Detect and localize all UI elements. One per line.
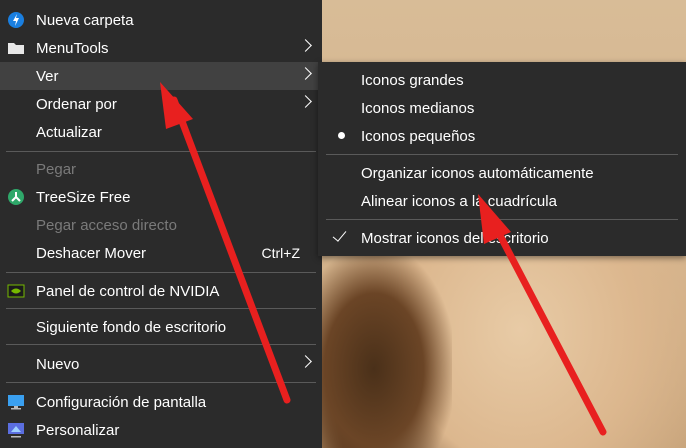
menu-item-label: Pegar [36, 160, 77, 178]
menu-separator [6, 272, 316, 273]
desktop-context-menu: Nueva carpeta MenuTools Ver Ordenar por … [0, 0, 322, 448]
submenu-item-alinear-iconos[interactable]: Alinear iconos a la cuadrícula [318, 187, 686, 215]
menu-item-personalizar[interactable]: Personalizar [0, 416, 322, 444]
menu-item-label: Configuración de pantalla [36, 393, 207, 411]
chevron-right-icon [299, 67, 312, 80]
menu-separator [6, 151, 316, 152]
chevron-right-icon [299, 39, 312, 52]
menu-item-label: TreeSize Free [36, 188, 131, 206]
menu-separator [6, 308, 316, 309]
chevron-right-icon [299, 95, 312, 108]
menu-item-nvidia-panel[interactable]: Panel de control de NVIDIA [0, 277, 322, 305]
submenu-item-label: Iconos grandes [361, 71, 464, 89]
menu-item-label: Personalizar [36, 421, 120, 439]
menu-item-ordenar-por[interactable]: Ordenar por [0, 90, 322, 118]
menu-item-label: Nuevo [36, 355, 80, 373]
menu-item-actualizar[interactable]: Actualizar [0, 118, 322, 146]
new-folder-blue-icon [7, 11, 25, 29]
submenu-item-label: Iconos pequeños [361, 127, 476, 145]
menu-item-label: Nueva carpeta [36, 11, 134, 29]
nvidia-icon [7, 282, 25, 300]
menu-separator [6, 344, 316, 345]
radio-bullet-icon [338, 132, 345, 139]
display-settings-icon [7, 393, 25, 411]
submenu-separator [326, 154, 678, 155]
submenu-item-label: Iconos medianos [361, 99, 475, 117]
menu-item-siguiente-fondo[interactable]: Siguiente fondo de escritorio [0, 313, 322, 341]
menu-item-pegar: Pegar [0, 155, 322, 183]
wallpaper-hair-detail [322, 250, 452, 448]
menu-item-label: Panel de control de NVIDIA [36, 282, 220, 300]
menu-item-label: Pegar acceso directo [36, 216, 177, 234]
folder-icon [7, 39, 25, 57]
chevron-right-icon [299, 355, 312, 368]
menu-item-treesize-free[interactable]: TreeSize Free [0, 183, 322, 211]
menu-item-pegar-acceso-directo: Pegar acceso directo [0, 211, 322, 239]
menu-item-nuevo[interactable]: Nuevo [0, 350, 322, 378]
submenu-separator [326, 219, 678, 220]
submenu-item-iconos-grandes[interactable]: Iconos grandes [318, 66, 686, 94]
menu-item-menutools[interactable]: MenuTools [0, 34, 322, 62]
menu-item-nueva-carpeta[interactable]: Nueva carpeta [0, 6, 322, 34]
menu-item-label: MenuTools [36, 39, 109, 57]
menu-item-shortcut: Ctrl+Z [261, 245, 301, 261]
submenu-item-organizar-iconos[interactable]: Organizar iconos automáticamente [318, 159, 686, 187]
menu-separator [6, 382, 316, 383]
treesize-icon [7, 188, 25, 206]
menu-item-label: Actualizar [36, 123, 102, 141]
menu-item-label: Deshacer Mover [36, 244, 147, 262]
menu-item-label: Ordenar por [36, 95, 117, 113]
submenu-item-label: Mostrar iconos del escritorio [361, 229, 549, 247]
menu-item-ver[interactable]: Ver [0, 62, 322, 90]
submenu-item-iconos-medianos[interactable]: Iconos medianos [318, 94, 686, 122]
submenu-item-iconos-pequenos[interactable]: Iconos pequeños [318, 122, 686, 150]
submenu-item-label: Alinear iconos a la cuadrícula [361, 192, 557, 210]
submenu-item-mostrar-iconos[interactable]: Mostrar iconos del escritorio [318, 224, 686, 252]
submenu-item-label: Organizar iconos automáticamente [361, 164, 594, 182]
menu-item-deshacer-mover[interactable]: Deshacer Mover Ctrl+Z [0, 239, 322, 267]
personalize-icon [7, 421, 25, 439]
menu-item-configuracion-pantalla[interactable]: Configuración de pantalla [0, 388, 322, 416]
menu-item-label: Siguiente fondo de escritorio [36, 318, 227, 336]
menu-item-label: Ver [36, 67, 59, 85]
checkmark-icon [332, 227, 347, 242]
ver-submenu: Iconos grandes Iconos medianos Iconos pe… [318, 62, 686, 256]
